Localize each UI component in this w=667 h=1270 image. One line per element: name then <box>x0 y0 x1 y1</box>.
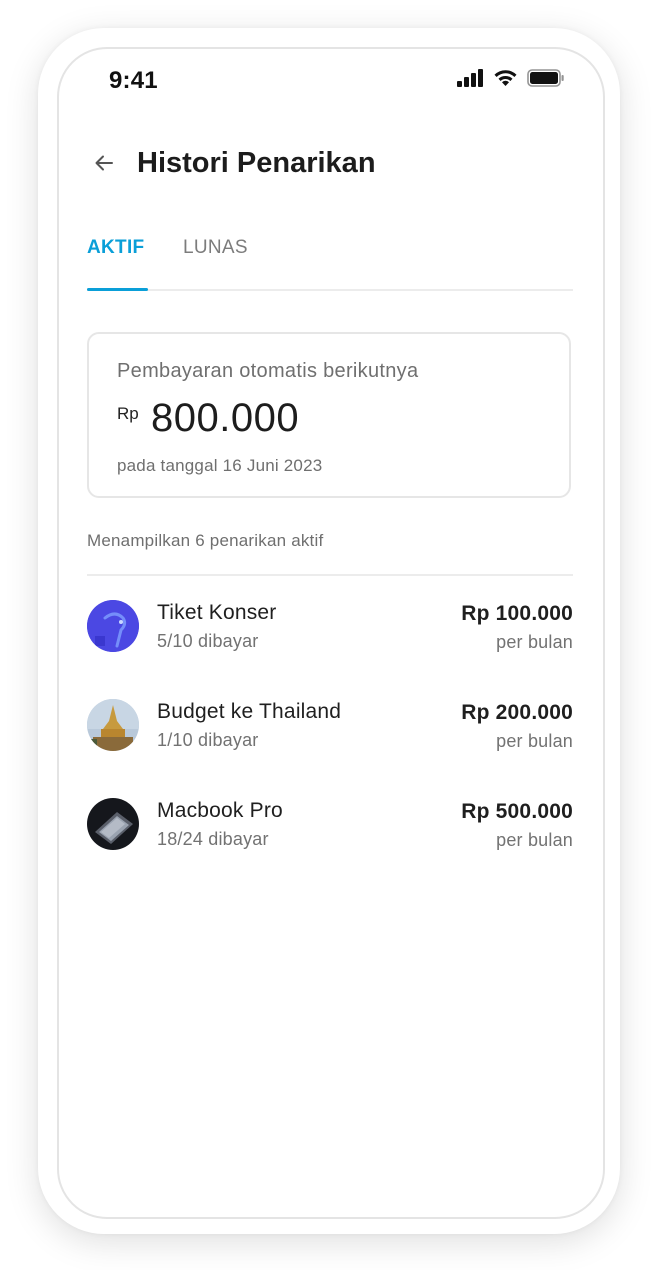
arrow-left-icon <box>95 155 113 171</box>
tab-aktif[interactable]: AKTIF <box>87 237 144 259</box>
item-title: Tiket Konser <box>157 601 277 624</box>
tab-lunas[interactable]: LUNAS <box>183 237 248 259</box>
next-payment-label: Pembayaran otomatis berikutnya <box>117 360 419 382</box>
laptop-thumbnail <box>87 798 139 850</box>
item-amount: Rp 500.000 <box>461 800 573 823</box>
list-item[interactable]: Tiket Konser 5/10 dibayar Rp 100.000 per… <box>87 598 573 697</box>
active-tab-indicator <box>87 288 148 291</box>
back-button[interactable] <box>87 146 121 180</box>
item-period: per bulan <box>496 830 573 850</box>
list-item[interactable]: Budget ke Thailand 1/10 dibayar Rp 200.0… <box>87 697 573 796</box>
signal-icon <box>457 69 483 87</box>
status-icons <box>457 69 565 87</box>
phone-screen: 9:41 Histori Penarikan AKTIF LUNAS Pemba… <box>57 47 605 1219</box>
item-progress: 18/24 dibayar <box>157 829 269 849</box>
item-progress: 1/10 dibayar <box>157 730 259 750</box>
item-title: Budget ke Thailand <box>157 700 342 723</box>
tab-bar: AKTIF LUNAS <box>87 229 573 291</box>
item-period: per bulan <box>496 731 573 751</box>
list-item[interactable]: Macbook Pro 18/24 dibayar Rp 500.000 per… <box>87 796 573 895</box>
item-amount: Rp 200.000 <box>461 701 573 724</box>
concert-thumbnail <box>87 600 139 652</box>
header: Histori Penarikan <box>87 141 376 185</box>
battery-icon <box>527 69 564 87</box>
page-title: Histori Penarikan <box>137 146 376 179</box>
next-payment-amount: 800.000 <box>151 396 300 440</box>
status-bar: 9:41 <box>59 49 603 111</box>
list-caption: Menampilkan 6 penarikan aktif <box>87 531 324 550</box>
status-time: 9:41 <box>109 67 158 94</box>
item-title: Macbook Pro <box>157 799 283 822</box>
item-period: per bulan <box>496 632 573 652</box>
list-divider <box>87 574 573 576</box>
item-amount: Rp 100.000 <box>461 602 573 625</box>
next-payment-date: pada tanggal 16 Juni 2023 <box>117 456 323 475</box>
item-progress: 5/10 dibayar <box>157 631 259 651</box>
currency-label: Rp <box>117 404 139 423</box>
wifi-icon <box>494 70 517 86</box>
next-payment-card: Pembayaran otomatis berikutnya Rp 800.00… <box>87 332 571 498</box>
thai-temple-thumbnail <box>87 699 139 751</box>
withdrawal-list: Tiket Konser 5/10 dibayar Rp 100.000 per… <box>87 598 573 895</box>
